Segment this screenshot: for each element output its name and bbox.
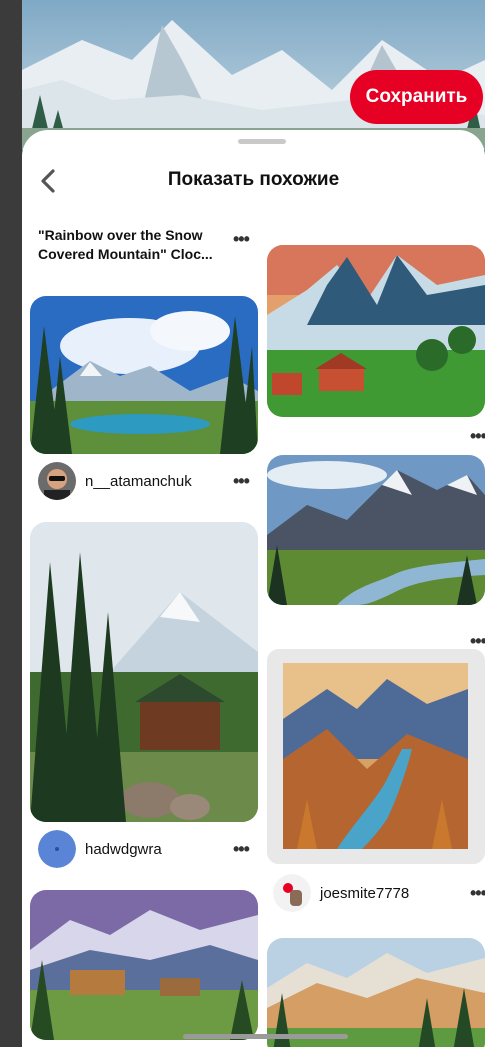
left-frame-edge xyxy=(0,0,22,1047)
pin-menu-icon[interactable]: ••• xyxy=(470,884,485,902)
pin-menu-icon[interactable]: ••• xyxy=(233,230,250,248)
pin-column-left: "Rainbow over the Snow Covered Mountain"… xyxy=(30,218,258,1040)
home-indicator xyxy=(183,1034,348,1039)
sheet-drag-handle[interactable] xyxy=(238,139,286,144)
pin-title: "Rainbow over the Snow Covered Mountain"… xyxy=(38,227,213,262)
pin-image-canyon-river[interactable] xyxy=(267,649,485,864)
avatar[interactable] xyxy=(273,874,311,912)
pin-image-red-houses[interactable] xyxy=(267,245,485,417)
avatar[interactable] xyxy=(38,830,76,868)
pin-image-watercolor-peaks[interactable] xyxy=(267,938,485,1047)
pin-image-river-valley[interactable] xyxy=(267,455,485,605)
pin-meta: n__atamanchuk ••• xyxy=(30,462,258,502)
pin-image-forest-cabin[interactable] xyxy=(30,522,258,822)
similar-pins-sheet: Показать похожие "Rainbow over the Snow … xyxy=(22,130,485,1047)
avatar[interactable] xyxy=(38,462,76,500)
pin-author-username[interactable]: hadwdgwra xyxy=(85,841,162,858)
pin-menu-icon[interactable]: ••• xyxy=(470,427,485,445)
pin-image-mountain-lake[interactable] xyxy=(30,296,258,454)
pin-image-village-mountains[interactable] xyxy=(30,890,258,1040)
pin-menu-icon[interactable]: ••• xyxy=(233,472,250,490)
pin-author-username[interactable]: n__atamanchuk xyxy=(85,473,192,490)
pin-menu-icon[interactable]: ••• xyxy=(233,840,250,858)
pin-menu-icon[interactable]: ••• xyxy=(470,632,485,650)
save-button[interactable]: Сохранить xyxy=(350,70,483,124)
pin-meta: joesmite7778 ••• xyxy=(267,874,485,914)
pin-column-right: ••• ••• joesmite7778 ••• xyxy=(267,218,485,1047)
pin-meta: hadwdgwra ••• xyxy=(30,830,258,870)
sheet-title: Показать похожие xyxy=(167,169,340,190)
pin-author-username[interactable]: joesmite7778 xyxy=(320,885,409,902)
